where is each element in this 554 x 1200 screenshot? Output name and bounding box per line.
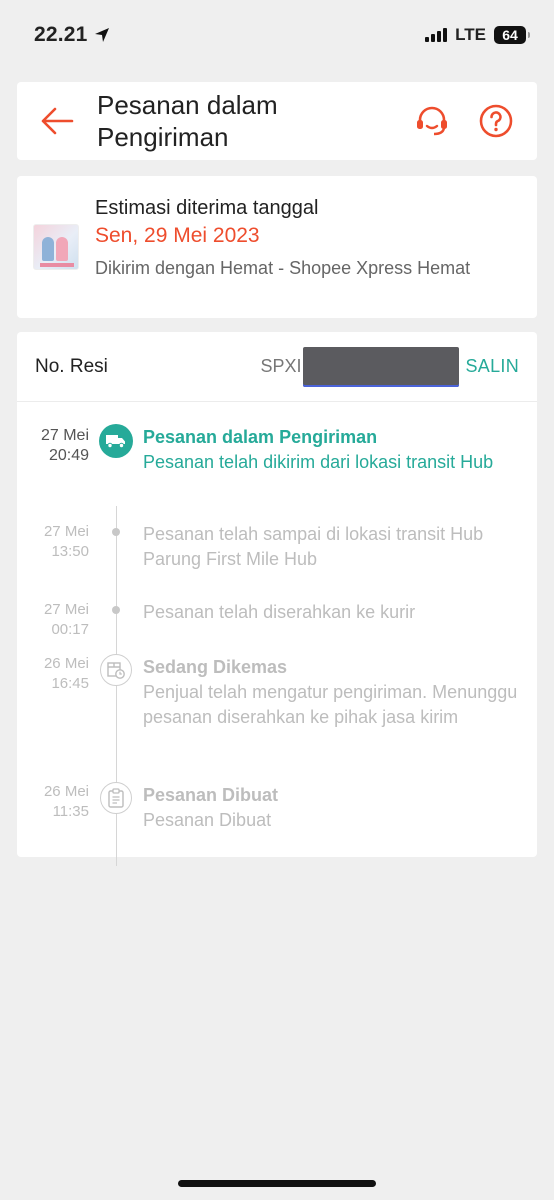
event-time: 20:49 bbox=[48, 447, 89, 464]
event-time: 16:45 bbox=[51, 675, 89, 692]
estimate-date: Sen, 29 Mei 2023 bbox=[95, 224, 260, 247]
event-title: Pesanan dalam Pengiriman bbox=[143, 427, 378, 447]
copy-button[interactable]: SALIN bbox=[465, 356, 519, 377]
page-title: Pesanan dalam Pengiriman bbox=[97, 90, 278, 152]
timeline-event: 26 Mei 11:35 Pesanan Dibuat Pesanan Dibu… bbox=[17, 782, 537, 842]
box-clock-icon bbox=[107, 662, 125, 679]
clock-text: 22.21 bbox=[34, 23, 88, 46]
truck-icon bbox=[106, 435, 125, 449]
redacted-tracking-number bbox=[303, 346, 460, 387]
event-datetime: 27 Mei 20:49 bbox=[17, 426, 89, 522]
event-content: Pesanan Dibuat Pesanan Dibuat bbox=[143, 782, 523, 842]
tracking-card: No. Resi SPXI SALIN 27 Mei 20:49 Pesanan… bbox=[17, 332, 537, 866]
status-indicators: LTE 64 bbox=[425, 25, 530, 45]
event-description: Pesanan Dibuat bbox=[143, 810, 272, 830]
event-title: Pesanan Dibuat bbox=[143, 785, 279, 805]
event-node bbox=[89, 522, 143, 600]
battery-icon: 64 bbox=[494, 26, 530, 44]
clipboard-icon bbox=[108, 788, 124, 808]
event-node bbox=[89, 782, 143, 842]
timeline-event: 27 Mei 13:50 Pesanan telah sampai di lok… bbox=[17, 522, 537, 600]
status-bar: 22.21 LTE 64 bbox=[0, 0, 554, 70]
timeline-dot bbox=[112, 606, 120, 614]
tracking-timeline: 27 Mei 20:49 Pesanan dalam Pengiriman Pe… bbox=[17, 402, 537, 866]
header-bar: Pesanan dalam Pengiriman bbox=[17, 82, 537, 160]
event-time: 13:50 bbox=[51, 543, 89, 560]
event-description: Pesanan telah sampai di lokasi transit H… bbox=[143, 524, 484, 569]
event-date: 27 Mei bbox=[43, 601, 89, 618]
event-datetime: 26 Mei 16:45 bbox=[17, 654, 89, 782]
timeline-event: 26 Mei 16:45 Sedang Dikemas Penjual tela… bbox=[17, 654, 537, 782]
status-time: 22.21 bbox=[34, 23, 110, 47]
product-thumbnail[interactable] bbox=[33, 224, 79, 270]
estimate-info: Estimasi diterima tanggal Sen, 29 Mei 20… bbox=[95, 176, 475, 318]
event-datetime: 26 Mei 11:35 bbox=[17, 782, 89, 842]
event-time: 00:17 bbox=[51, 621, 89, 638]
event-date: 26 Mei bbox=[43, 783, 89, 800]
timeline-dot bbox=[112, 528, 120, 536]
network-label: LTE bbox=[455, 25, 486, 44]
timeline-event: 27 Mei 20:49 Pesanan dalam Pengiriman Pe… bbox=[17, 424, 537, 522]
headset-icon bbox=[417, 106, 447, 136]
event-node-icon bbox=[100, 654, 132, 686]
event-node bbox=[89, 600, 143, 654]
arrow-left-icon bbox=[41, 107, 74, 135]
location-arrow-icon bbox=[94, 28, 109, 42]
tracking-number: SPXI SALIN bbox=[260, 346, 519, 387]
event-date: 26 Mei bbox=[43, 655, 89, 672]
delivery-estimate-card: Estimasi diterima tanggal Sen, 29 Mei 20… bbox=[17, 176, 537, 318]
event-content: Sedang Dikemas Penjual telah mengatur pe… bbox=[143, 654, 523, 782]
tracking-number-row: No. Resi SPXI SALIN bbox=[17, 332, 537, 402]
event-datetime: 27 Mei 00:17 bbox=[17, 600, 89, 654]
support-button[interactable] bbox=[413, 102, 451, 140]
help-button[interactable] bbox=[477, 102, 515, 140]
event-node bbox=[89, 654, 143, 782]
event-date: 27 Mei bbox=[40, 427, 89, 444]
event-content: Pesanan telah diserahkan ke kurir bbox=[143, 600, 523, 654]
tracking-number-label: No. Resi bbox=[35, 355, 108, 377]
courier-info: Dikirim dengan Hemat - Shopee Xpress Hem… bbox=[95, 258, 471, 278]
event-node-active bbox=[99, 424, 133, 458]
event-title: Sedang Dikemas bbox=[143, 657, 288, 677]
timeline-event: 27 Mei 00:17 Pesanan telah diserahkan ke… bbox=[17, 600, 537, 654]
header-actions bbox=[413, 102, 537, 140]
event-content: Pesanan telah sampai di lokasi transit H… bbox=[143, 522, 523, 600]
event-description: Pesanan telah diserahkan ke kurir bbox=[143, 602, 416, 622]
event-date: 27 Mei bbox=[43, 523, 89, 540]
event-content: Pesanan dalam Pengiriman Pesanan telah d… bbox=[143, 424, 523, 522]
event-node-icon bbox=[100, 782, 132, 814]
event-description: Pesanan telah dikirim dari lokasi transi… bbox=[143, 452, 494, 472]
event-node bbox=[89, 424, 143, 522]
home-indicator[interactable] bbox=[178, 1180, 376, 1187]
battery-level: 64 bbox=[502, 27, 518, 43]
back-button[interactable] bbox=[17, 82, 97, 160]
event-description: Penjual telah mengatur pengiriman. Menun… bbox=[143, 682, 518, 727]
event-datetime: 27 Mei 13:50 bbox=[17, 522, 89, 600]
event-time: 11:35 bbox=[52, 803, 89, 820]
estimate-label: Estimasi diterima tanggal bbox=[95, 197, 319, 219]
question-circle-icon bbox=[479, 104, 513, 138]
signal-icon bbox=[425, 28, 448, 42]
tracking-number-prefix: SPXI bbox=[260, 356, 302, 376]
